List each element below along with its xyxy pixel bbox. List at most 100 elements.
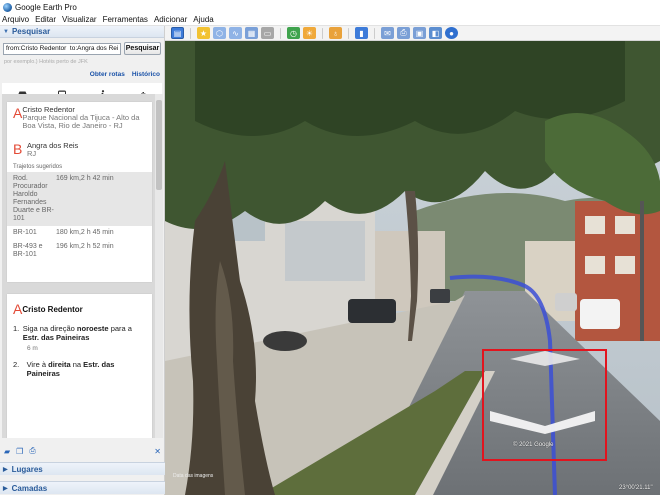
sidebar-icon[interactable]: ▤	[171, 27, 184, 39]
step-number: 1.	[13, 324, 20, 333]
expand-triangle-icon: ▶	[3, 485, 8, 492]
turn-by-turn-card: A Cristo Redentor 1. Siga na direção nor…	[7, 294, 152, 438]
title-bar: Google Earth Pro	[0, 0, 660, 14]
maps-icon[interactable]: ◧	[429, 27, 442, 39]
get-directions-link[interactable]: Obter rotas	[90, 71, 125, 78]
step-text-bold: direita	[48, 360, 71, 369]
path-icon[interactable]: ∿	[229, 27, 242, 39]
car	[580, 299, 620, 329]
step-text-part: para a	[110, 324, 132, 333]
origin-address: Parque Nacional da Tijuca - Alto da Boa …	[22, 113, 140, 130]
step-text-part: Siga na direção	[22, 324, 75, 333]
places-title: Lugares	[11, 464, 43, 474]
destination-endpoint[interactable]: B Angra dos Reis RJ	[7, 130, 152, 158]
route-info: 169 km,2 h 42 min	[56, 175, 114, 182]
route-option[interactable]: BR-493 e BR-101 196 km,2 h 52 min	[7, 240, 152, 262]
directions-scroll-area[interactable]: A Cristo Redentor Parque Nacional da Tij…	[2, 94, 163, 438]
menu-arquivo[interactable]: Arquivo	[2, 15, 29, 24]
clear-results-icon[interactable]: ✕	[154, 447, 161, 456]
menu-ferramentas[interactable]: Ferramentas	[103, 15, 148, 24]
sun-icon[interactable]: ☀	[303, 27, 316, 39]
earth-gallery-icon[interactable]: ●	[445, 27, 458, 39]
building-window	[615, 216, 635, 234]
search-button[interactable]: Pesquisar	[124, 42, 161, 55]
menu-bar: Arquivo Editar Visualizar Ferramentas Ad…	[0, 14, 660, 26]
menu-editar[interactable]: Editar	[35, 15, 56, 24]
directions-scrollbar[interactable]	[155, 94, 163, 438]
search-hint: por exemplo.) Hotéis perto de JFK	[4, 59, 88, 65]
step-text-part: na	[72, 360, 82, 369]
route-option[interactable]: Rod. Procurador Haroldo Fernandes Duarte…	[7, 172, 152, 226]
direction-step[interactable]: 1. Siga na direção noroeste para a Estr.…	[7, 320, 152, 342]
step-text: Vire à direita na Estr. das Paineiras	[27, 360, 146, 378]
copyright-label: © 2021 Google	[513, 442, 554, 448]
google-earth-icon	[3, 2, 12, 12]
step-start-header[interactable]: A Cristo Redentor	[7, 294, 152, 320]
menu-adicionar[interactable]: Adicionar	[154, 15, 187, 24]
toolbar-separator	[374, 27, 375, 39]
historical-imagery-icon[interactable]: ◷	[287, 27, 300, 39]
car	[430, 289, 450, 303]
placemark-icon[interactable]: ★	[197, 27, 210, 39]
search-panel-title: Pesquisar	[11, 27, 51, 36]
step-distance: 6 m	[27, 345, 38, 352]
street-view[interactable]: © 2021 Google Data das imagens 23°00'21.…	[165, 41, 660, 495]
route-option[interactable]: BR-101 180 km,2 h 45 min	[7, 226, 152, 240]
route-summary-card: A Cristo Redentor Parque Nacional da Tij…	[7, 102, 152, 282]
toolbar: ▤ ★ ⬡ ∿ ▦ ▭ ◷ ☀ ♁ ▮ ✉ ⎙ ▣ ◧ ●	[165, 26, 660, 41]
route-name: Rod. Procurador Haroldo Fernandes Duarte…	[13, 175, 54, 222]
search-row: Pesquisar	[0, 38, 164, 57]
layers-panel-header[interactable]: ▶ Camadas	[0, 481, 165, 494]
destination-address: RJ	[27, 149, 37, 158]
email-icon[interactable]: ✉	[381, 27, 394, 39]
route-name: BR-101	[13, 229, 37, 236]
destination-marker-letter: B	[13, 141, 23, 157]
toolbar-separator	[280, 27, 281, 39]
building-window	[615, 256, 635, 274]
step-text: Siga na direção noroeste para a Estr. da…	[23, 324, 146, 342]
print-icon[interactable]: ⎙	[397, 27, 410, 39]
layers-title: Camadas	[11, 483, 48, 493]
places-panel-header[interactable]: ▶ Lugares	[0, 462, 165, 475]
ruler-icon[interactable]: ▮	[355, 27, 368, 39]
planets-icon[interactable]: ♁	[329, 27, 342, 39]
route-info: 196 km,2 h 52 min	[56, 243, 114, 250]
search-panel-header[interactable]: ▼ Pesquisar	[0, 26, 164, 38]
menu-ajuda[interactable]: Ajuda	[193, 15, 213, 24]
save-image-icon[interactable]: ▣	[413, 27, 426, 39]
origin-endpoint[interactable]: A Cristo Redentor Parque Nacional da Tij…	[7, 102, 152, 130]
print-icon[interactable]: ⎙	[29, 446, 35, 456]
route-name: BR-493 e BR-101	[13, 243, 43, 258]
record-tour-icon[interactable]: ▭	[261, 27, 274, 39]
add-folder-icon[interactable]: ▰	[4, 447, 10, 456]
start-name: Cristo Redentor	[22, 304, 83, 314]
destination-text: Angra dos Reis RJ	[27, 142, 78, 158]
building-window	[585, 216, 605, 234]
history-link[interactable]: Histórico	[132, 71, 160, 78]
car	[348, 299, 396, 323]
direction-step[interactable]: 2. Vire à direita na Estr. das Paineiras	[7, 356, 152, 378]
toolbar-separator	[322, 27, 323, 39]
step-text-bold: noroeste	[76, 324, 109, 333]
window-title: Google Earth Pro	[15, 2, 77, 12]
coordinates-readout: 23°00'21.11"	[619, 485, 653, 491]
image-overlay-icon[interactable]: ▦	[245, 27, 258, 39]
step-text-part: Vire à	[26, 360, 47, 369]
toolbar-separator	[190, 27, 191, 39]
expand-triangle-icon: ▶	[3, 466, 8, 473]
start-marker-letter: A	[13, 301, 23, 317]
step-number: 2.	[13, 360, 20, 369]
scrollbar-thumb[interactable]	[156, 100, 162, 190]
search-links: Obter rotas Histórico	[0, 67, 164, 81]
suggested-routes-title: Trajetos sugeridos	[13, 164, 63, 170]
search-input[interactable]	[3, 42, 121, 55]
search-results-tools: ▰ ❐ ⎙ ✕	[0, 445, 165, 457]
copy-icon[interactable]: ❐	[16, 447, 23, 456]
car	[555, 293, 577, 311]
route-info: 180 km,2 h 45 min	[56, 229, 114, 236]
motorcycle	[263, 331, 307, 351]
polygon-icon[interactable]: ⬡	[213, 27, 226, 39]
street-pole	[640, 201, 644, 341]
toolbar-separator	[348, 27, 349, 39]
menu-visualizar[interactable]: Visualizar	[62, 15, 97, 24]
